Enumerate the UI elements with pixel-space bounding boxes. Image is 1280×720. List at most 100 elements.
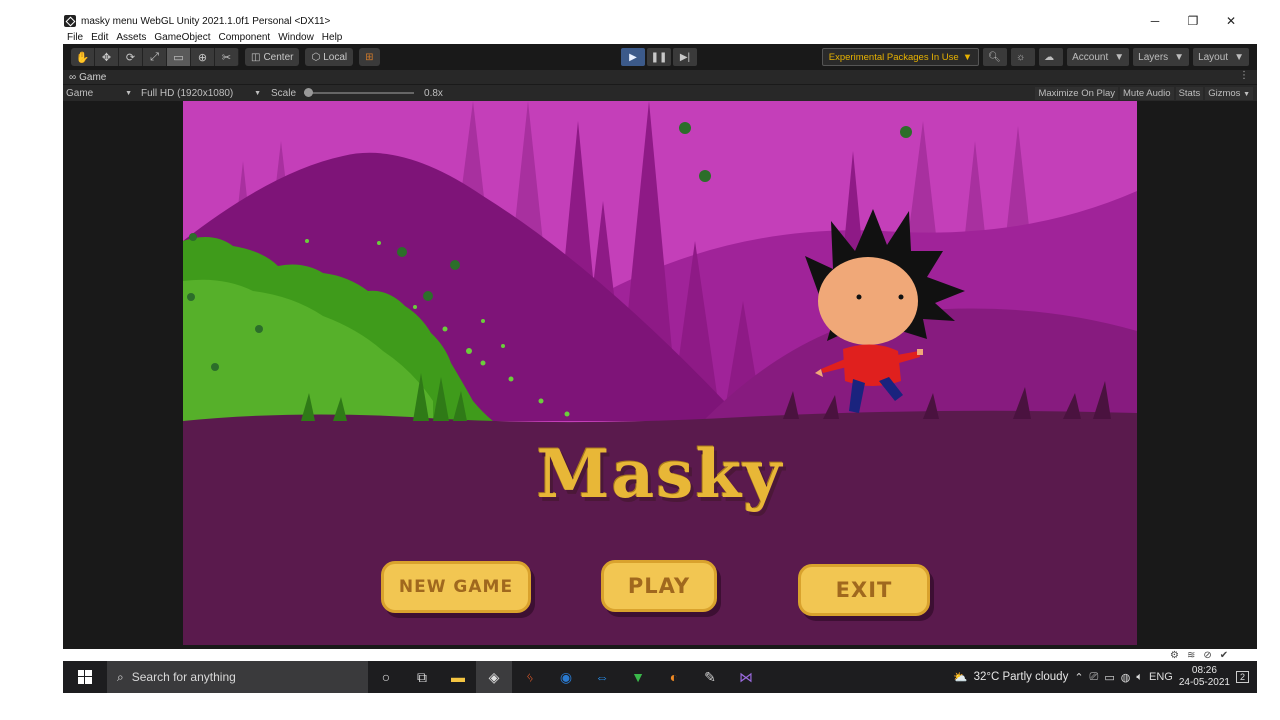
cloud-button[interactable]: ☁ xyxy=(1039,48,1064,66)
chevron-up-icon[interactable]: ⌃ xyxy=(1074,671,1083,684)
tab-menu-icon[interactable]: ⋮ xyxy=(1239,70,1249,81)
menu-help[interactable]: Help xyxy=(322,32,343,43)
visual-studio-icon[interactable]: ⋈ xyxy=(728,661,764,693)
maximize-on-play-toggle[interactable]: Maximize On Play xyxy=(1035,87,1119,100)
start-button[interactable] xyxy=(63,661,107,693)
menu-component[interactable]: Component xyxy=(219,32,271,43)
game-view-controls: Game ▼ Full HD (1920x1080) ▼ Scale 0.8x Ma… xyxy=(63,84,1257,101)
app-icon-1[interactable]: ᛃ xyxy=(512,661,548,693)
account-dropdown[interactable]: Account ▼ xyxy=(1067,48,1130,66)
window-controls: ─ ❐ ✕ xyxy=(1136,10,1250,32)
game-tab-row: ∞ Game ⋮ xyxy=(63,70,1257,84)
editor-status-icons: ⚙ ≋ ⊘ ✔ xyxy=(1170,648,1228,662)
space-local-button[interactable]: ⬡ Local xyxy=(305,48,354,66)
bug-icon[interactable]: ⚙ xyxy=(1170,650,1179,661)
scale-tool-icon[interactable]: ⤢ xyxy=(143,48,167,66)
window-titlebar: masky menu WebGL Unity 2021.1.0f1 Person… xyxy=(60,10,1260,32)
transform-tools: ✋ ✥ ⟳ ⤢ ▭ ⊕ ✂ xyxy=(71,48,239,66)
windows-logo-icon xyxy=(78,670,92,684)
main-toolbar: ✋ ✥ ⟳ ⤢ ▭ ⊕ ✂ ◫ Center ⬡ Local ⊞ ▶ ❚❚ ▶| E… xyxy=(63,44,1257,70)
unity-editor: ✋ ✥ ⟳ ⤢ ▭ ⊕ ✂ ◫ Center ⬡ Local ⊞ ▶ ❚❚ ▶| E… xyxy=(63,44,1257,649)
game-viewport[interactable]: Masky NEW GAME PLAY EXIT xyxy=(183,101,1137,645)
globe-icon[interactable]: ◍ xyxy=(1121,671,1131,684)
menu-file[interactable]: File xyxy=(67,32,83,43)
network-icon[interactable]: ⊘ xyxy=(1203,650,1211,661)
scale-value: 0.8x xyxy=(424,87,443,99)
layers-icon[interactable]: ≋ xyxy=(1187,650,1195,661)
minimize-button[interactable]: ─ xyxy=(1136,10,1174,32)
stats-toggle[interactable]: Stats xyxy=(1175,87,1204,100)
app-icon-3[interactable]: ▼ xyxy=(620,661,656,693)
task-view-icon[interactable]: ⧉ xyxy=(404,661,440,693)
rect-tool-icon[interactable]: ▭ xyxy=(167,48,191,66)
game-view-toggles: Maximize On Play Mute Audio Stats Gizmos… xyxy=(1035,87,1253,100)
pivot-icon: ◫ xyxy=(251,51,261,63)
layers-dropdown[interactable]: Layers ▼ xyxy=(1133,48,1190,66)
account-label: Account xyxy=(1072,51,1109,63)
speaker-icon[interactable]: 🔈︎ xyxy=(1136,671,1143,684)
clock-date: 24-05-2021 xyxy=(1178,677,1230,688)
toolbar-right: Experimental Packages In Use ▼ 🔍︎ ☼ ☁ Acc… xyxy=(821,48,1249,66)
clock-time: 08:26 xyxy=(1191,665,1217,676)
search-button[interactable]: 🔍︎ xyxy=(983,48,1008,66)
windows-taskbar: ⌕ Search for anything ○ ⧉ ▬ ◈ ᛃ ◉ ⇔ ▼ ◐ … xyxy=(63,661,1257,693)
menu-window[interactable]: Window xyxy=(278,32,314,43)
file-explorer-icon[interactable]: ▬ xyxy=(440,661,476,693)
blender-icon[interactable]: ◐ xyxy=(656,661,692,693)
check-icon[interactable]: ✔ xyxy=(1220,650,1228,661)
restore-button[interactable]: ❐ xyxy=(1174,10,1212,32)
pause-button[interactable]: ❚❚ xyxy=(647,48,671,66)
unity-taskbar-icon[interactable]: ◈ xyxy=(476,661,512,693)
gizmos-dropdown[interactable]: Gizmos ▼ xyxy=(1205,87,1253,100)
cloud-icon: ☁ xyxy=(1044,51,1055,63)
hand-tool-icon[interactable]: ✋ xyxy=(71,48,95,66)
notifications-icon[interactable]: 2 xyxy=(1235,671,1249,683)
chevron-down-icon: ▼ xyxy=(1243,91,1250,98)
chevron-down-icon: ▼ xyxy=(254,89,261,97)
chevron-down-icon: ▼ xyxy=(125,89,132,97)
weather-text: 32°C Partly cloudy xyxy=(973,671,1069,683)
display-dropdown[interactable]: Game ▼ xyxy=(66,88,136,99)
sun-button[interactable]: ☼ xyxy=(1011,48,1036,66)
cortana-icon[interactable]: ○ xyxy=(368,661,404,693)
step-button[interactable]: ▶| xyxy=(673,48,697,66)
new-game-button[interactable]: NEW GAME xyxy=(381,561,531,613)
chevron-down-icon: ▼ xyxy=(1114,51,1125,63)
experimental-packages-dropdown[interactable]: Experimental Packages In Use ▼ xyxy=(821,48,980,66)
layout-dropdown[interactable]: Layout ▼ xyxy=(1193,48,1249,66)
custom-tool-icon[interactable]: ✂ xyxy=(215,48,239,66)
weather-widget[interactable]: ⛅ 32°C Partly cloudy xyxy=(953,670,1068,684)
play-icon: ▶ xyxy=(629,51,637,63)
scale-slider[interactable] xyxy=(304,88,415,97)
tab-game[interactable]: ∞ Game xyxy=(69,72,106,83)
menu-assets[interactable]: Assets xyxy=(116,32,146,43)
app-icon-2[interactable]: ◉ xyxy=(548,661,584,693)
step-icon: ▶| xyxy=(679,51,691,63)
menu-edit[interactable]: Edit xyxy=(91,32,108,43)
experimental-label: Experimental Packages In Use xyxy=(828,51,959,63)
menu-gameobject[interactable]: GameObject xyxy=(154,32,210,43)
play-button[interactable]: ▶ xyxy=(621,48,645,66)
resolution-label: Full HD (1920x1080) xyxy=(141,87,234,99)
device-icon[interactable]: ⎚ xyxy=(1090,671,1099,684)
app-icon-4[interactable]: ✎ xyxy=(692,661,728,693)
pivot-center-button[interactable]: ◫ Center xyxy=(245,48,300,66)
teamviewer-icon[interactable]: ⇔ xyxy=(584,661,620,693)
exit-button[interactable]: EXIT xyxy=(798,564,930,616)
taskbar-search[interactable]: ⌕ Search for anything xyxy=(107,661,368,693)
rotate-tool-icon[interactable]: ⟳ xyxy=(119,48,143,66)
battery-icon[interactable]: ▭ xyxy=(1104,671,1114,684)
resolution-dropdown[interactable]: Full HD (1920x1080) ▼ xyxy=(141,88,265,99)
clock[interactable]: 08:26 24-05-2021 xyxy=(1179,665,1230,689)
scale-slider-knob[interactable] xyxy=(304,88,314,97)
close-button[interactable]: ✕ xyxy=(1212,10,1250,32)
play-game-button[interactable]: PLAY xyxy=(601,560,717,612)
mute-audio-toggle[interactable]: Mute Audio xyxy=(1120,87,1174,100)
gizmos-label: Gizmos xyxy=(1208,88,1241,99)
snap-button[interactable]: ⊞ xyxy=(359,48,380,66)
pause-icon: ❚❚ xyxy=(650,51,668,63)
move-tool-icon[interactable]: ✥ xyxy=(95,48,119,66)
game-tab-icon: ∞ xyxy=(69,71,77,83)
transform-tool-icon[interactable]: ⊕ xyxy=(191,48,215,66)
language-indicator[interactable]: ENG xyxy=(1149,671,1173,683)
